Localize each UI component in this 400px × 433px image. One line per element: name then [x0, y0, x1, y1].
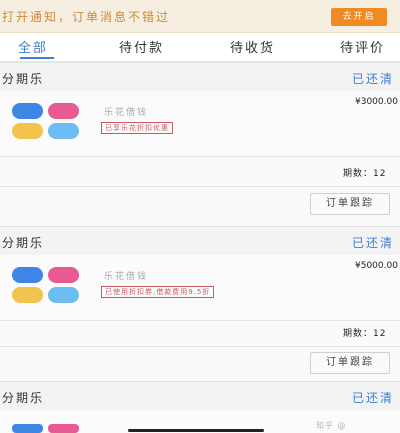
discount-tag: 已享乐花折扣优惠	[101, 122, 173, 134]
order-status: 已还清	[352, 236, 395, 250]
lehua-logo-icon	[12, 103, 79, 139]
tab-all[interactable]: 全部	[18, 37, 48, 57]
merchant-name: 分期乐	[2, 391, 45, 405]
watermark: 知乎 @	[316, 421, 347, 430]
divider	[0, 320, 400, 321]
order-card-header: 分期乐 已还清	[0, 381, 400, 411]
notification-banner: 打开通知，订单消息不错过 去开启	[0, 0, 400, 33]
order-item[interactable]: 乐花借钱 已使用折扣券,借款费用9.5折 ¥5000.00	[0, 255, 400, 319]
divider	[0, 156, 400, 157]
lehua-logo-icon	[12, 267, 79, 303]
order-item[interactable]: 乐花借钱 已享乐花折扣优惠 ¥3000.00	[0, 91, 400, 155]
order-card-header: 分期乐 已还清	[0, 62, 400, 92]
installment-count: 期数：12	[343, 169, 387, 179]
order-tracking-button[interactable]: 订单跟踪	[310, 352, 390, 374]
tab-pending-payment[interactable]: 待付款	[119, 37, 164, 57]
home-indicator[interactable]	[128, 429, 264, 432]
product-name: 乐花借钱	[104, 272, 149, 282]
tab-pending-delivery[interactable]: 待收货	[230, 37, 275, 57]
lehua-logo-icon	[12, 424, 79, 433]
order-status: 已还清	[352, 72, 395, 86]
divider	[0, 346, 400, 347]
notification-text: 打开通知，订单消息不错过	[2, 10, 171, 24]
enable-notification-button[interactable]: 去开启	[331, 8, 387, 26]
discount-tag: 已使用折扣券,借款费用9.5折	[101, 286, 215, 298]
active-tab-indicator	[20, 57, 54, 59]
order-amount: ¥3000.00	[355, 97, 398, 107]
divider	[0, 186, 400, 187]
tab-pending-review[interactable]: 待评价	[340, 37, 385, 57]
order-card[interactable]: 分期乐 已还清 乐花借钱 已使用折扣券,借款费用9.5折 ¥5000.00 期数…	[0, 226, 400, 386]
order-amount: ¥5000.00	[355, 261, 398, 271]
merchant-name: 分期乐	[2, 72, 45, 86]
order-status: 已还清	[352, 391, 395, 405]
product-name: 乐花借钱	[104, 108, 149, 118]
order-tabs: 全部 待付款 待收货 待评价	[0, 33, 400, 62]
merchant-name: 分期乐	[2, 236, 45, 250]
order-card-header: 分期乐 已还清	[0, 226, 400, 256]
installment-count: 期数：12	[343, 329, 387, 339]
order-card[interactable]: 分期乐 已还清 乐花借钱 已享乐花折扣优惠 ¥3000.00 期数：12 订单跟…	[0, 62, 400, 228]
order-tracking-button[interactable]: 订单跟踪	[310, 193, 390, 215]
